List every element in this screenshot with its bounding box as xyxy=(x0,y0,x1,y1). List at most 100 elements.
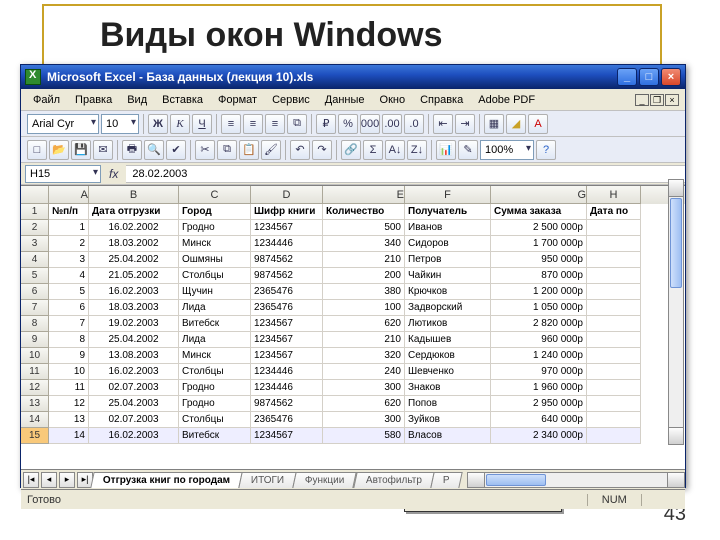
cell[interactable]: 9874562 xyxy=(251,268,323,284)
cell[interactable]: 1 050 000р xyxy=(491,300,587,316)
cell[interactable]: Город xyxy=(179,204,251,220)
decrease-decimal-button[interactable]: .0 xyxy=(404,114,424,134)
row-header[interactable]: 8 xyxy=(21,316,49,332)
spelling-button[interactable]: ✔ xyxy=(166,140,186,160)
row-header[interactable]: 12 xyxy=(21,380,49,396)
titlebar[interactable]: Microsoft Excel - База данных (лекция 10… xyxy=(21,65,685,89)
borders-button[interactable]: ▦ xyxy=(484,114,504,134)
paste-button[interactable]: 📋 xyxy=(239,140,259,160)
cell[interactable]: 2 820 000р xyxy=(491,316,587,332)
table-row[interactable]: 4325.04.2002Ошмяны9874562210Петров950 00… xyxy=(21,252,685,268)
cell[interactable]: 19.02.2003 xyxy=(89,316,179,332)
cell[interactable]: 380 xyxy=(323,284,405,300)
cell[interactable] xyxy=(587,348,641,364)
cell[interactable]: Петров xyxy=(405,252,491,268)
cell[interactable]: 300 xyxy=(323,380,405,396)
table-row[interactable]: 2116.02.2002Гродно1234567500Иванов2 500 … xyxy=(21,220,685,236)
menu-insert[interactable]: Вставка xyxy=(156,92,209,108)
cell[interactable]: 25.04.2003 xyxy=(89,396,179,412)
menu-format[interactable]: Формат xyxy=(212,92,263,108)
col-E[interactable]: E xyxy=(323,186,405,204)
cell[interactable]: 1234446 xyxy=(251,380,323,396)
cell[interactable]: 1234567 xyxy=(251,332,323,348)
cell[interactable]: Задворский xyxy=(405,300,491,316)
cell[interactable]: Количество xyxy=(323,204,405,220)
cell[interactable]: 02.07.2003 xyxy=(89,380,179,396)
cell[interactable]: 2365476 xyxy=(251,300,323,316)
row-header[interactable]: 15 xyxy=(21,428,49,444)
menu-tools[interactable]: Сервис xyxy=(266,92,316,108)
cell[interactable]: Попов xyxy=(405,396,491,412)
col-D[interactable]: D xyxy=(251,186,323,204)
sheet-tab-active[interactable]: Отгрузка книг по городам xyxy=(90,472,243,488)
cell[interactable]: 3 xyxy=(49,252,89,268)
font-color-button[interactable]: A xyxy=(528,114,548,134)
cell[interactable]: Сердюков xyxy=(405,348,491,364)
row-header[interactable]: 9 xyxy=(21,332,49,348)
cell[interactable]: Ошмяны xyxy=(179,252,251,268)
table-row[interactable]: 5421.05.2002Столбцы9874562200Чайкин870 0… xyxy=(21,268,685,284)
fill-color-button[interactable]: ◢ xyxy=(506,114,526,134)
cell[interactable]: Иванов xyxy=(405,220,491,236)
underline-button[interactable]: Ч xyxy=(192,114,212,134)
vscroll-thumb[interactable] xyxy=(670,198,682,288)
table-row[interactable]: 7618.03.2003Лида2365476100Задворский1 05… xyxy=(21,300,685,316)
decrease-indent-button[interactable]: ⇤ xyxy=(433,114,453,134)
sort-asc-button[interactable]: A↓ xyxy=(385,140,405,160)
cell[interactable]: 1234446 xyxy=(251,236,323,252)
cell[interactable] xyxy=(587,284,641,300)
cell[interactable]: 640 000р xyxy=(491,412,587,428)
cell[interactable] xyxy=(587,380,641,396)
table-row[interactable]: 121102.07.2003Гродно1234446300Знаков1 96… xyxy=(21,380,685,396)
cell[interactable]: 16.02.2003 xyxy=(89,428,179,444)
cell[interactable]: 320 xyxy=(323,348,405,364)
cell[interactable]: 02.07.2003 xyxy=(89,412,179,428)
cell[interactable]: 210 xyxy=(323,252,405,268)
cell[interactable]: 16.02.2002 xyxy=(89,220,179,236)
cell[interactable]: 1234567 xyxy=(251,348,323,364)
cell[interactable]: 9874562 xyxy=(251,396,323,412)
cell[interactable]: 500 xyxy=(323,220,405,236)
cell[interactable]: Лида xyxy=(179,332,251,348)
cell[interactable]: 2365476 xyxy=(251,284,323,300)
cell[interactable]: 18.03.2002 xyxy=(89,236,179,252)
cell[interactable] xyxy=(587,364,641,380)
menu-window[interactable]: Окно xyxy=(374,92,412,108)
row-header[interactable]: 11 xyxy=(21,364,49,380)
menu-view[interactable]: Вид xyxy=(121,92,153,108)
cell[interactable] xyxy=(587,316,641,332)
cell[interactable]: 2 340 000р xyxy=(491,428,587,444)
mail-button[interactable]: ✉ xyxy=(93,140,113,160)
workbook-restore-button[interactable]: ❐ xyxy=(650,94,664,106)
cell[interactable] xyxy=(587,396,641,412)
hyperlink-button[interactable]: 🔗 xyxy=(341,140,361,160)
cell[interactable]: 620 xyxy=(323,396,405,412)
cell[interactable]: Чайкин xyxy=(405,268,491,284)
cell[interactable]: 970 000р xyxy=(491,364,587,380)
table-row[interactable]: 8719.02.2003Витебск1234567620Лютиков2 82… xyxy=(21,316,685,332)
menu-adobe[interactable]: Adobe PDF xyxy=(472,92,541,108)
cell[interactable]: Гродно xyxy=(179,396,251,412)
cell[interactable]: 14 xyxy=(49,428,89,444)
table-row[interactable]: 3218.03.2002Минск1234446340Сидоров1 700 … xyxy=(21,236,685,252)
cell[interactable]: Гродно xyxy=(179,220,251,236)
sheet-tab-funkcii[interactable]: Функции xyxy=(293,472,358,488)
row-header[interactable]: 5 xyxy=(21,268,49,284)
col-B[interactable]: B xyxy=(89,186,179,204)
cell[interactable]: 1234567 xyxy=(251,428,323,444)
hscroll-thumb[interactable] xyxy=(486,474,546,486)
cell[interactable]: 960 000р xyxy=(491,332,587,348)
italic-button[interactable]: К xyxy=(170,114,190,134)
cell[interactable]: 6 xyxy=(49,300,89,316)
row-header[interactable]: 2 xyxy=(21,220,49,236)
tab-nav-first[interactable]: |◂ xyxy=(23,472,39,488)
cell[interactable]: 240 xyxy=(323,364,405,380)
tab-nav-prev[interactable]: ◂ xyxy=(41,472,57,488)
cell[interactable]: Сумма заказа xyxy=(491,204,587,220)
cell[interactable]: 200 xyxy=(323,268,405,284)
cell[interactable]: Минск xyxy=(179,236,251,252)
format-painter-button[interactable]: 🖌 xyxy=(261,140,281,160)
cell[interactable]: Получатель xyxy=(405,204,491,220)
table-row[interactable]: 111016.02.2003Столбцы1234446240Шевченко9… xyxy=(21,364,685,380)
table-row[interactable]: 1№п/пДата отгрузкиГородШифр книгиКоличес… xyxy=(21,204,685,220)
